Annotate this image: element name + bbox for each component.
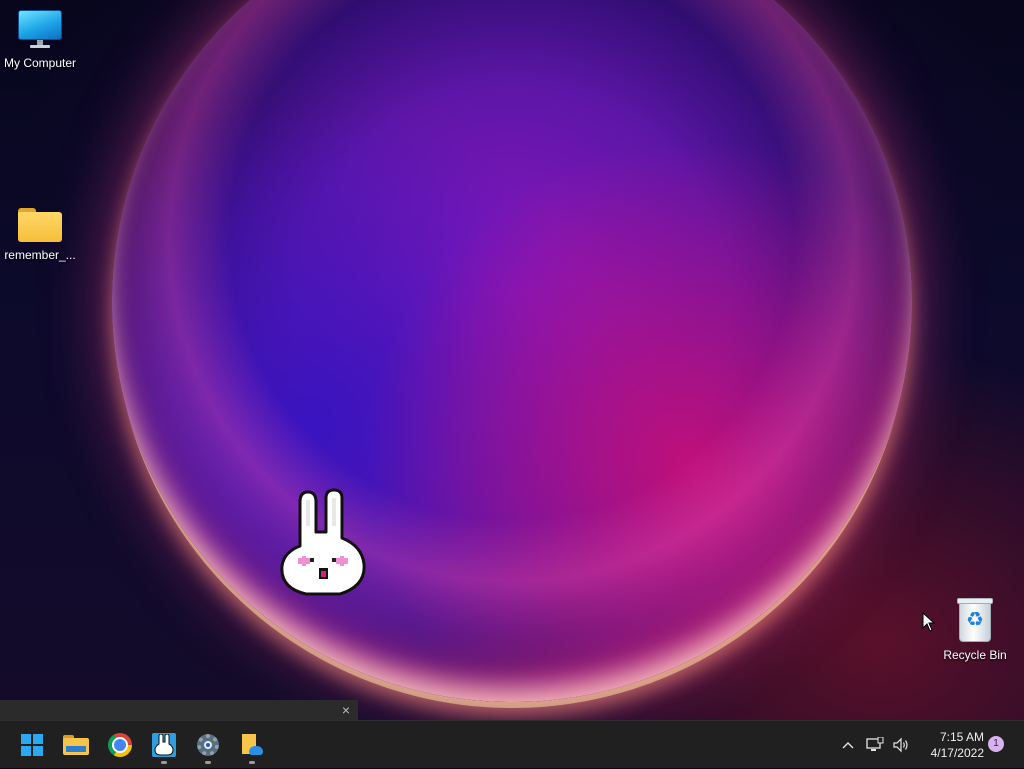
notification-strip: × xyxy=(0,700,358,720)
chrome-icon xyxy=(108,733,132,757)
taskbar-bunny-app[interactable] xyxy=(144,721,184,769)
folder-cloud-icon xyxy=(241,734,263,756)
clock-time: 7:15 AM xyxy=(939,730,984,744)
running-indicator xyxy=(161,761,167,764)
file-explorer-icon xyxy=(63,735,89,755)
desktop-icon-label: Recycle Bin xyxy=(943,648,1007,662)
show-hidden-icons-button[interactable] xyxy=(838,721,858,769)
recycle-bin-icon: ♻ xyxy=(957,598,993,642)
taskbar-file-explorer[interactable] xyxy=(56,721,96,769)
running-indicator xyxy=(205,761,211,764)
desktop-icon-my-computer[interactable]: My Computer xyxy=(0,10,80,70)
network-icon xyxy=(866,737,884,751)
desktop-wallpaper xyxy=(0,0,1024,720)
taskbar-settings[interactable] xyxy=(188,721,228,769)
taskbar-clock[interactable]: 7:15 AM 4/17/2022 xyxy=(916,729,984,761)
close-icon[interactable]: × xyxy=(338,702,354,718)
network-status-button[interactable] xyxy=(864,721,886,769)
bunny-desktop-pet[interactable] xyxy=(278,488,368,598)
chevron-up-icon xyxy=(842,742,854,749)
running-indicator xyxy=(249,761,255,764)
folder-icon xyxy=(18,208,62,242)
computer-icon xyxy=(18,10,62,50)
taskbar: 7:15 AM 4/17/2022 xyxy=(0,720,1024,768)
desktop-icon-label: remember_... xyxy=(4,248,76,262)
clock-date: 4/17/2022 xyxy=(930,746,984,760)
volume-button[interactable] xyxy=(890,721,912,769)
mouse-cursor-icon xyxy=(922,612,936,632)
settings-gear-icon xyxy=(197,734,219,756)
taskbar-files-app[interactable] xyxy=(232,721,272,769)
desktop-icon-label: My Computer xyxy=(3,56,77,70)
volume-icon xyxy=(893,737,908,753)
desktop-icon-remember-folder[interactable]: remember_... xyxy=(0,208,80,262)
notification-count-badge[interactable]: 1 xyxy=(988,736,1004,752)
taskbar-chrome[interactable] xyxy=(100,721,140,769)
windows-start-icon xyxy=(21,734,43,756)
taskbar-start-button[interactable] xyxy=(12,721,52,769)
bunny-app-icon xyxy=(152,733,176,757)
desktop-icon-recycle-bin[interactable]: ♻ Recycle Bin xyxy=(935,598,1015,662)
